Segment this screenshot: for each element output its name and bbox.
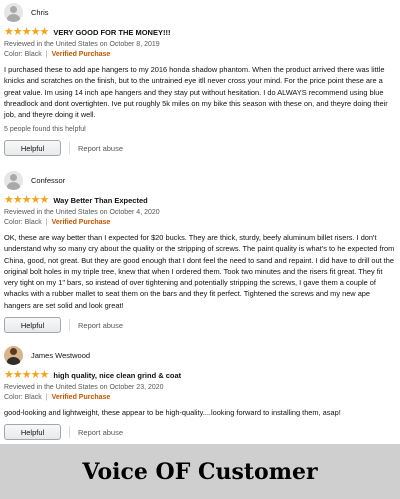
report-abuse-link[interactable]: Report abuse [78,144,123,153]
avatar-icon [4,2,23,22]
voice-of-customer-banner: Voice OF Customer [0,444,400,499]
reviewer-name[interactable]: Confessor [31,176,65,185]
star-rating[interactable]: ★ ★ ★ ★ ★ [4,25,50,38]
review-title[interactable]: high quality, nice clean grind & coat [53,371,181,380]
divider: | [45,51,48,58]
star-icon: ★ [39,368,50,381]
helpful-button[interactable]: Helpful [4,317,61,334]
divider [69,142,70,155]
report-abuse-link[interactable]: Report abuse [78,321,123,330]
star-icon: ★ [21,368,32,381]
star-icon: ★ [21,193,32,206]
verified-purchase-badge: Verified Purchase [51,394,111,401]
divider: | [45,394,48,401]
star-icon: ★ [12,25,23,38]
user-photo-icon [4,345,23,365]
avatar-icon [4,170,23,190]
review-card: Chris ★ ★ ★ ★ ★ VERY GOOD FOR THE MONEY!!! R… [4,2,396,157]
review-card: James Westwood ★ ★ ★ ★ ★ high quality, nice … [4,345,396,441]
star-rating[interactable]: ★ ★ ★ ★ ★ [4,368,50,381]
review-card: Confessor ★ ★ ★ ★ ★ Way Better Than Expected… [4,170,396,334]
review-title[interactable]: Way Better Than Expected [53,196,147,205]
star-icon: ★ [30,368,41,381]
review-body: OK, these are way better than I expected… [4,233,395,310]
review-date: Reviewed in the United States on October… [4,209,160,216]
star-icon: ★ [39,193,50,206]
reviewer-header: James Westwood [4,345,396,365]
verified-purchase-badge: Verified Purchase [51,219,111,226]
variant-color: Color: Black [4,51,42,58]
review-body: I purchased these to add ape hangers to … [4,65,388,120]
helpful-count: 5 people found this helpful [4,126,86,134]
divider: | [45,219,48,226]
variant-color: Color: Black [4,394,42,401]
star-icon: ★ [30,193,41,206]
divider [69,319,70,332]
star-rating[interactable]: ★ ★ ★ ★ ★ [4,193,50,206]
helpful-button[interactable]: Helpful [4,140,61,157]
banner-title: Voice OF Customer [82,458,318,485]
divider [69,426,70,439]
variant-color: Color: Black [4,219,42,226]
star-icon: ★ [21,25,32,38]
helpful-button[interactable]: Helpful [4,424,61,441]
review-date: Reviewed in the United States on October… [4,41,160,48]
verified-purchase-badge: Verified Purchase [51,51,111,58]
review-date: Reviewed in the United States on October… [4,384,164,391]
star-icon: ★ [12,193,23,206]
review-title[interactable]: VERY GOOD FOR THE MONEY!!! [53,28,170,37]
star-icon: ★ [4,193,14,206]
star-icon: ★ [4,25,14,38]
review-body: good-looking and lightweight, these appe… [4,408,341,417]
reviewer-name[interactable]: Chris [31,8,49,17]
report-abuse-link[interactable]: Report abuse [78,428,123,437]
star-icon: ★ [4,368,14,381]
star-icon: ★ [30,25,41,38]
reviewer-name[interactable]: James Westwood [31,351,90,360]
star-icon: ★ [39,25,50,38]
star-icon: ★ [12,368,23,381]
reviewer-header: Chris [4,2,396,22]
reviewer-header: Confessor [4,170,396,190]
